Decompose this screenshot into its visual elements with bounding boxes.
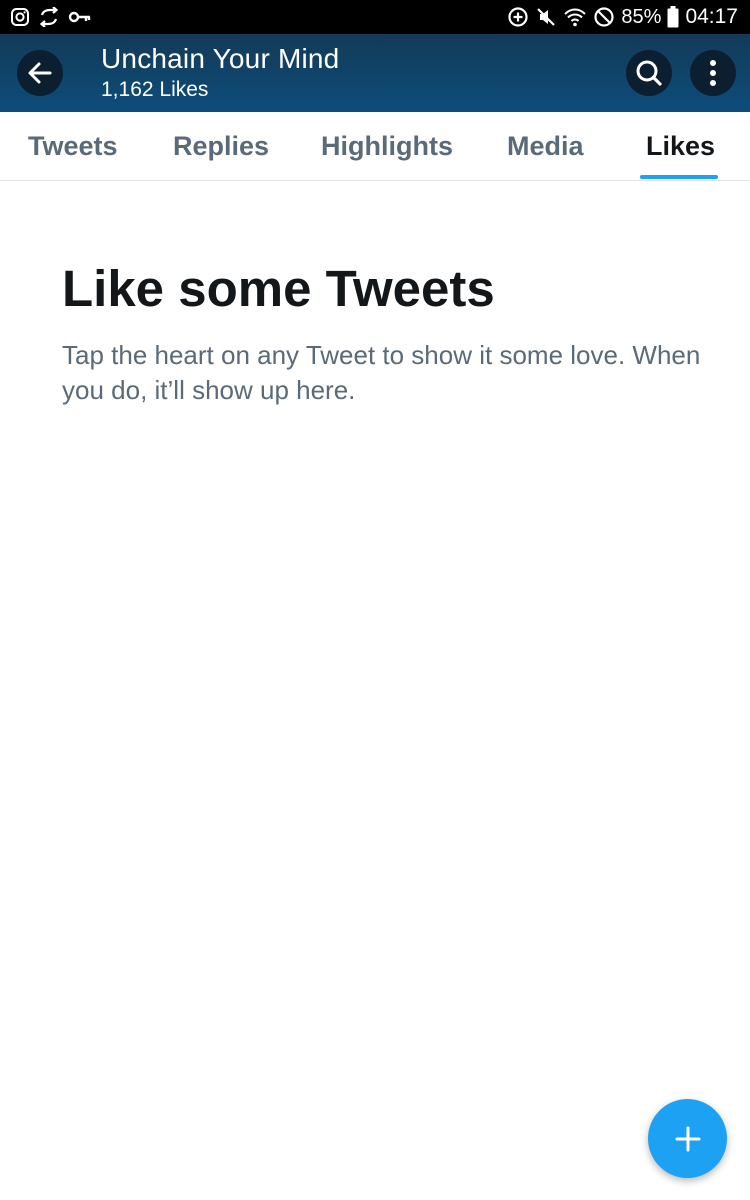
tab-likes[interactable]: Likes bbox=[646, 112, 715, 181]
back-button[interactable] bbox=[17, 50, 63, 96]
compose-tweet-button[interactable] bbox=[648, 1099, 727, 1178]
clock: 04:17 bbox=[685, 5, 738, 28]
more-vertical-icon bbox=[710, 60, 716, 86]
key-icon bbox=[68, 11, 91, 23]
battery-icon bbox=[667, 6, 679, 28]
active-tab-indicator bbox=[640, 175, 718, 179]
status-system: 85% 04:17 bbox=[501, 5, 738, 29]
mute-icon bbox=[537, 8, 556, 26]
likes-count: 1,162 Likes bbox=[101, 78, 209, 101]
search-icon bbox=[636, 60, 662, 86]
profile-name: Unchain Your Mind bbox=[101, 43, 340, 74]
tab-replies[interactable]: Replies bbox=[173, 112, 269, 181]
status-notifications bbox=[10, 7, 100, 27]
profile-header: Unchain Your Mind 1,162 Likes bbox=[0, 34, 750, 112]
empty-state-message: Tap the heart on any Tweet to show it so… bbox=[62, 340, 701, 405]
wifi-icon bbox=[564, 8, 587, 27]
search-button[interactable] bbox=[626, 50, 672, 96]
plus-icon bbox=[675, 1126, 700, 1151]
sync-icon bbox=[39, 7, 59, 27]
header-title-block: Unchain Your Mind 1,162 Likes bbox=[101, 42, 339, 104]
more-options-button[interactable] bbox=[690, 50, 736, 96]
data-saver-icon bbox=[508, 7, 529, 27]
empty-state-title: Like some Tweets bbox=[62, 260, 495, 317]
do-not-disturb-icon bbox=[594, 7, 615, 27]
tab-media[interactable]: Media bbox=[507, 112, 584, 181]
profile-tabs: Tweets Replies Highlights Media Likes bbox=[0, 112, 750, 181]
tab-highlights[interactable]: Highlights bbox=[321, 112, 453, 181]
status-bar: 85% 04:17 bbox=[0, 0, 750, 34]
battery-percentage: 85% bbox=[621, 5, 662, 28]
back-arrow-icon bbox=[28, 62, 52, 84]
tab-tweets[interactable]: Tweets bbox=[28, 112, 118, 181]
instagram-icon bbox=[11, 8, 29, 26]
